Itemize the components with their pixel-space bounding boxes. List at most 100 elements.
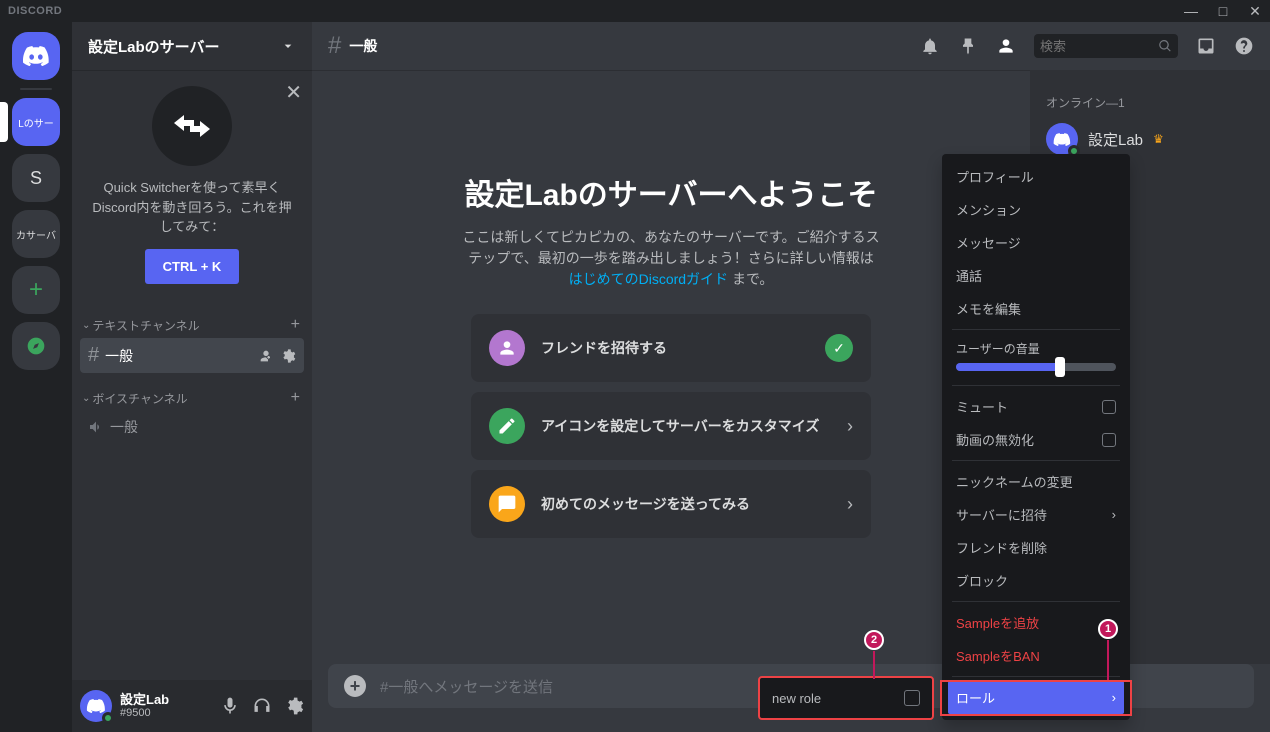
member-item[interactable]: 設定Lab ♛ (1038, 119, 1262, 159)
channel-sidebar: 設定Labのサーバー ✕ Quick Switcherを使って素早くDiscor… (72, 22, 312, 732)
chevron-right-icon: › (1112, 690, 1116, 705)
guild-other[interactable]: カサーバ (12, 210, 60, 258)
voice-channel-general[interactable]: 一般 (80, 411, 304, 443)
home-button[interactable] (12, 32, 60, 80)
search-box[interactable] (1034, 34, 1178, 58)
pin-icon[interactable] (958, 36, 978, 56)
search-icon (1158, 38, 1172, 54)
mic-icon[interactable] (220, 696, 240, 716)
add-server-button[interactable]: + (12, 266, 60, 314)
user-info[interactable]: 設定Lab #9500 (120, 692, 212, 721)
search-input[interactable] (1040, 39, 1158, 54)
ctx-profile[interactable]: プロフィール (948, 160, 1124, 193)
members-icon[interactable] (996, 36, 1016, 56)
bell-icon[interactable] (920, 36, 940, 56)
text-channel-category[interactable]: ⌄ テキストチャンネル + (80, 300, 304, 338)
ctx-disable-video[interactable]: 動画の無効化 (948, 423, 1124, 456)
checkbox-icon (904, 690, 920, 706)
ctx-ban[interactable]: SampleをBAN (948, 639, 1124, 672)
channel-title: 一般 (349, 36, 377, 56)
members-header: オンライン—1 (1038, 86, 1262, 119)
message-art-icon (489, 486, 525, 522)
chevron-right-icon: › (847, 416, 853, 437)
separator (952, 676, 1120, 677)
chevron-right-icon: › (847, 494, 853, 515)
ctx-kick[interactable]: Sampleを追放 (948, 606, 1124, 639)
ctx-block[interactable]: ブロック (948, 564, 1124, 597)
crown-icon: ♛ (1153, 132, 1164, 146)
ctx-mute[interactable]: ミュート (948, 390, 1124, 423)
window-controls: — □ ✕ (1184, 3, 1262, 20)
maximize-button[interactable]: □ (1216, 3, 1230, 20)
quick-switcher-text: Quick Switcherを使って素早くDiscord内を動き回ろう。これを押… (88, 178, 296, 237)
discord-logo-icon (22, 46, 50, 66)
input-placeholder: #一般へメッセージを送信 (380, 676, 553, 697)
ctx-change-nickname[interactable]: ニックネームの変更 (948, 465, 1124, 498)
ctx-edit-note[interactable]: メモを編集 (948, 292, 1124, 325)
quick-switcher-button[interactable]: CTRL + K (145, 249, 240, 285)
server-header[interactable]: 設定Labのサーバー (72, 22, 312, 70)
add-channel-icon[interactable]: + (291, 316, 300, 334)
ctx-volume-label: ユーザーの音量 (948, 334, 1124, 359)
ctx-call[interactable]: 通話 (948, 259, 1124, 292)
annotation-line-2 (873, 651, 875, 679)
role-item-new-role[interactable]: new role (768, 686, 924, 710)
help-icon[interactable] (1234, 36, 1254, 56)
invite-art-icon (489, 330, 525, 366)
welcome-description: ここは新しくてピカピカの、あなたのサーバーです。ご紹介するステップで、最初の一歩… (461, 227, 881, 290)
action-label: アイコンを設定してサーバーをカスタマイズ (541, 416, 831, 436)
close-icon[interactable]: ✕ (285, 78, 302, 108)
action-invite-friends[interactable]: フレンドを招待する ✓ (471, 314, 871, 382)
server-name: 設定Labのサーバー (88, 36, 280, 57)
swap-arrows-icon (170, 111, 214, 141)
separator (952, 385, 1120, 386)
quick-switcher-promo: ✕ Quick Switcherを使って素早くDiscord内を動き回ろう。これ… (72, 70, 312, 300)
gear-icon[interactable] (284, 696, 304, 716)
invite-icon[interactable] (258, 348, 274, 364)
headphones-icon[interactable] (252, 696, 272, 716)
separator (952, 601, 1120, 602)
checkbox-icon (1102, 433, 1116, 447)
guild-current[interactable]: Lのサー (12, 98, 60, 146)
avatar[interactable] (80, 690, 112, 722)
volume-slider[interactable] (948, 359, 1124, 381)
attach-button[interactable]: + (344, 675, 366, 697)
inbox-icon[interactable] (1196, 36, 1216, 56)
guild-separator (20, 88, 52, 90)
ctx-roles[interactable]: ロール› (948, 681, 1124, 714)
guide-link[interactable]: はじめてのDiscordガイド (569, 271, 728, 287)
ctx-message[interactable]: メッセージ (948, 226, 1124, 259)
separator (952, 329, 1120, 330)
action-label: フレンドを招待する (541, 338, 809, 358)
guild-s[interactable]: S (12, 154, 60, 202)
guild-rail: Lのサー S カサーバ + (0, 22, 72, 732)
ctx-mention[interactable]: メンション (948, 193, 1124, 226)
compass-icon (26, 336, 46, 356)
annotation-1: 1 (1098, 619, 1118, 639)
voice-channel-category[interactable]: ⌄ ボイスチャンネル + (80, 373, 304, 411)
add-channel-icon[interactable]: + (291, 389, 300, 407)
customize-art-icon (489, 408, 525, 444)
ctx-remove-friend[interactable]: フレンドを削除 (948, 531, 1124, 564)
action-customize-server[interactable]: アイコンを設定してサーバーをカスタマイズ › (471, 392, 871, 460)
channel-general[interactable]: # 一般 (80, 338, 304, 373)
close-button[interactable]: ✕ (1248, 3, 1262, 20)
action-label: 初めてのメッセージを送ってみる (541, 494, 831, 514)
gear-icon[interactable] (280, 348, 296, 364)
status-online-icon (102, 712, 114, 724)
check-icon: ✓ (825, 334, 853, 362)
explore-button[interactable] (12, 322, 60, 370)
hash-icon: # (328, 32, 341, 60)
action-send-first-message[interactable]: 初めてのメッセージを送ってみる › (471, 470, 871, 538)
ctx-invite-server[interactable]: サーバーに招待› (948, 498, 1124, 531)
category-label: テキストチャンネル (92, 317, 199, 334)
channel-label: 一般 (105, 346, 133, 366)
hash-icon: # (88, 344, 99, 367)
minimize-button[interactable]: — (1184, 3, 1198, 20)
discord-logo-icon (86, 699, 106, 713)
chevron-right-icon: › (1112, 507, 1116, 522)
avatar (1046, 123, 1078, 155)
channel-label: 一般 (110, 417, 138, 437)
user-name: 設定Lab (120, 692, 212, 708)
quick-switcher-art (152, 86, 232, 166)
